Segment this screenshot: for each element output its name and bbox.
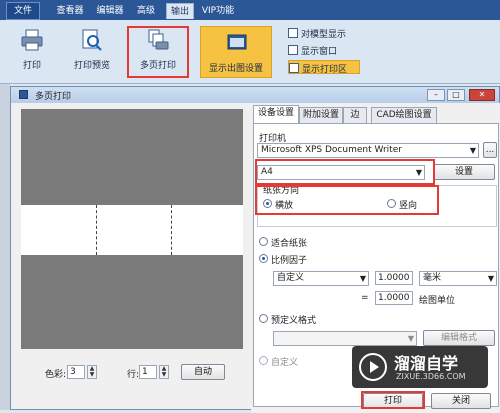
- maximize-button[interactable]: □: [447, 89, 465, 101]
- unit-select[interactable]: 毫米 ▼: [419, 271, 497, 286]
- highlight-multipage: [127, 26, 189, 78]
- edit-format-button[interactable]: 编辑格式: [423, 330, 495, 346]
- close-dialog-button[interactable]: 关闭: [431, 393, 491, 409]
- watermark-url: ZIXUE.3D66.COM: [396, 372, 466, 381]
- color-input[interactable]: 3: [67, 365, 85, 379]
- preview-icon: [82, 29, 102, 51]
- printer-value: Microsoft XPS Document Writer: [261, 145, 402, 155]
- printer-icon: [21, 29, 43, 51]
- show-output-settings-button[interactable]: 显示出图设置: [200, 26, 272, 78]
- dialog-titlebar: 多页打印 – □ ✕: [11, 87, 499, 103]
- tab-vip[interactable]: VIP功能: [198, 3, 238, 19]
- printer-settings-button[interactable]: 设置: [433, 164, 495, 180]
- auto-button[interactable]: 自动: [181, 364, 225, 380]
- highlight-print: [361, 391, 425, 409]
- predefined-format-select[interactable]: ▼: [273, 331, 417, 346]
- tab-advanced[interactable]: 高级: [132, 3, 160, 19]
- equals-sign: =: [361, 293, 369, 303]
- fit-paper-label: 适合纸张: [271, 239, 308, 249]
- watermark-brand: 溜溜自学: [394, 354, 459, 373]
- show-print-area-check[interactable]: 显示打印区: [288, 60, 360, 75]
- predefined-format-radio[interactable]: [259, 314, 268, 323]
- color-label: 色彩:: [45, 370, 67, 380]
- color-stepper[interactable]: ▲ ▼: [87, 365, 97, 379]
- printer-select[interactable]: Microsoft XPS Document Writer ▼: [257, 143, 479, 158]
- custom-label: 自定义: [271, 358, 299, 368]
- unit-value: 毫米: [423, 273, 442, 283]
- show-model-label: 对模型显示: [301, 30, 347, 40]
- tab-viewer[interactable]: 查看器: [52, 3, 88, 19]
- show-window-check[interactable]: 显示窗口: [288, 43, 378, 57]
- play-logo-icon: [359, 353, 387, 381]
- highlight-orientation: [255, 185, 439, 215]
- row-label: 行:: [127, 370, 140, 380]
- page-divider: [171, 205, 172, 255]
- chevron-down-icon: ▼: [359, 274, 366, 283]
- window-icon: [227, 34, 247, 50]
- close-window-button[interactable]: ✕: [469, 89, 495, 101]
- print-preview-area[interactable]: [21, 109, 243, 349]
- tab-extra-settings[interactable]: 附加设置: [299, 107, 343, 123]
- chevron-down-icon: ▼: [469, 146, 476, 155]
- preview-paper: [21, 205, 243, 255]
- checkbox-icon: [289, 63, 299, 73]
- checkbox-icon: [288, 28, 298, 38]
- dialog-title: 多页打印: [35, 92, 72, 102]
- scale-mode-value: 自定义: [277, 273, 305, 283]
- watermark: 溜溜自学 ZIXUE.3D66.COM: [352, 346, 488, 388]
- chevron-down-icon: ▼: [487, 274, 494, 283]
- left-gutter: [0, 84, 10, 410]
- show-model-check[interactable]: 对模型显示: [288, 26, 378, 40]
- print-label: 打印: [22, 61, 41, 71]
- show-window-label: 显示窗口: [301, 47, 338, 57]
- tab-margins[interactable]: 边: [343, 107, 367, 123]
- chevron-down-icon: ▼: [407, 334, 414, 343]
- minimize-button[interactable]: –: [427, 89, 445, 101]
- ribbon: 文件 查看器 编辑器 高级 输出 VIP功能 打印 打印预览 多页打印 显示出图…: [0, 0, 500, 84]
- scale-input[interactable]: 1.0000: [375, 271, 413, 285]
- tab-cad-settings[interactable]: CAD绘图设置: [371, 107, 437, 123]
- row-stepper[interactable]: ▲ ▼: [159, 365, 169, 379]
- print-button[interactable]: 打印: [10, 24, 54, 74]
- tab-output[interactable]: 输出: [166, 3, 194, 19]
- fit-paper-radio[interactable]: [259, 237, 268, 246]
- drawing-units-input[interactable]: 1.0000: [375, 291, 413, 305]
- drawing-units-label: 绘图单位: [419, 296, 456, 306]
- tab-file[interactable]: 文件: [6, 2, 40, 20]
- scale-mode-select[interactable]: 自定义 ▼: [273, 271, 369, 286]
- row-input[interactable]: 1: [139, 365, 157, 379]
- scale-factor-label: 比例因子: [271, 256, 308, 266]
- tab-editor[interactable]: 编辑器: [92, 3, 128, 19]
- predefined-format-label: 预定义格式: [271, 316, 317, 326]
- show-print-area-label: 显示打印区: [302, 65, 348, 75]
- show-output-settings-label: 显示出图设置: [208, 64, 263, 74]
- app-icon: [19, 90, 28, 99]
- ribbon-tabbar: 文件 查看器 编辑器 高级 输出 VIP功能: [0, 0, 500, 20]
- print-preview-button[interactable]: 打印预览: [66, 24, 118, 74]
- print-preview-label: 打印预览: [73, 61, 110, 71]
- scale-factor-radio[interactable]: [259, 254, 268, 263]
- tab-device-settings[interactable]: 设备设置: [253, 105, 299, 123]
- printer-more-button[interactable]: ...: [483, 142, 497, 158]
- highlight-paper: [255, 159, 435, 185]
- custom-radio[interactable]: [259, 356, 268, 365]
- checkbox-icon: [288, 45, 298, 55]
- page-divider: [96, 205, 97, 255]
